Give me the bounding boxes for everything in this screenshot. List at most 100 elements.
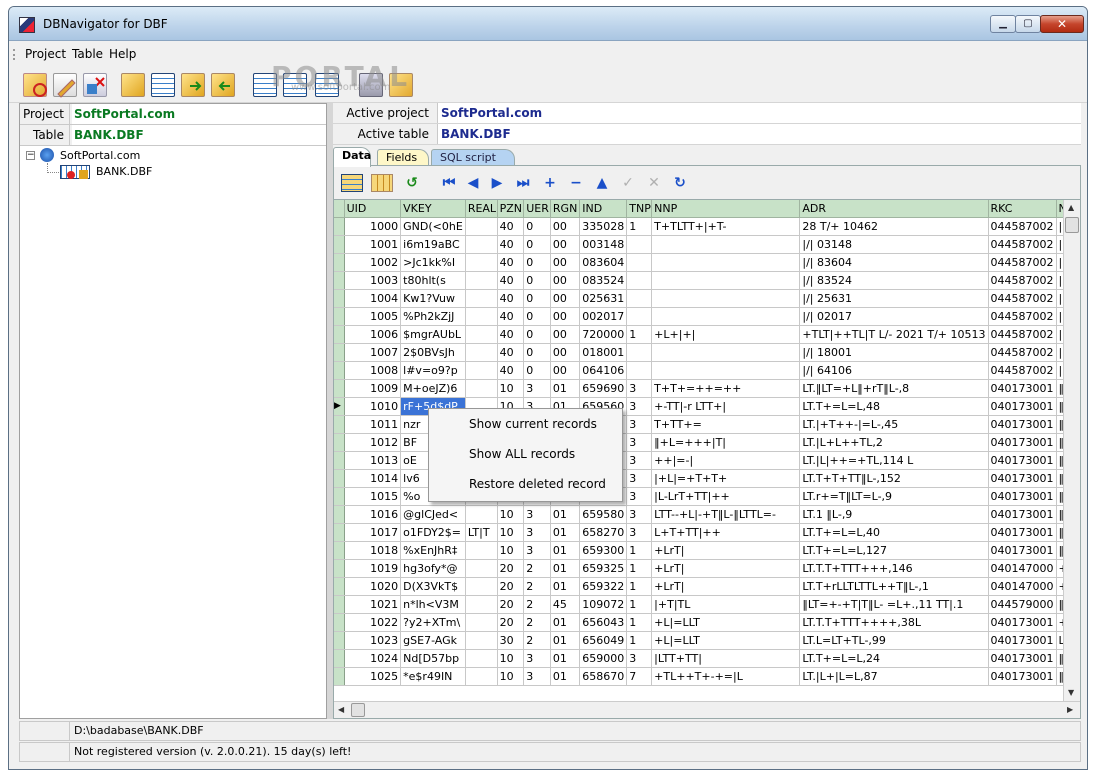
grid-cell[interactable]: 658270 [579,523,628,542]
row-indicator[interactable] [334,415,345,434]
grid-cell[interactable]: ‖+L=+++|T| [651,433,801,452]
grid-cell[interactable]: 20 [497,559,525,578]
column-header-tnp[interactable]: TNP [626,200,653,218]
grid-cell[interactable]: 044587002 [988,235,1057,254]
delete-record-icon[interactable]: − [567,174,585,192]
grid-cell[interactable]: LT.|+T++-|=L-,45 [799,415,989,434]
grid-cell[interactable]: LT.T+=L=L,24 [799,649,989,668]
grid-cell[interactable] [465,289,498,308]
grid-cell[interactable]: $mgrAUbL [400,325,466,344]
grid-cell[interactable]: 0 [523,343,551,362]
grid-cell[interactable]: 335028 [579,217,628,236]
grid-cell[interactable]: GND(<0hE [400,217,466,236]
table-row[interactable]: 1016 @glCJed< 10 3 01 659580 3 LTT--+L|-+T‖L-‖L… [334,505,1080,524]
folder-forward-icon[interactable] [181,73,205,97]
grid-cell[interactable]: 1 [626,217,653,236]
table-row[interactable]: 1024 Nd[D57bp 10 3 01 659000 3 |LTT+TT| LT.T+=L=… [334,649,1080,668]
menu-table[interactable]: Table [72,47,103,61]
grid-cell[interactable]: |+T|TL [651,595,801,614]
grid-cell[interactable]: 2 [523,613,551,632]
grid-cell[interactable]: T+TT+= [651,415,801,434]
grid-cell[interactable] [465,253,498,272]
post-edit-icon[interactable]: ✓ [619,174,637,192]
grid-cell[interactable]: 10 [497,505,525,524]
row-indicator[interactable] [334,433,345,452]
grid-cell[interactable]: 7 [626,667,653,686]
grid-cell[interactable]: M+oeJZ)6 [400,379,466,398]
grid-cell[interactable] [465,667,498,686]
grid-cell[interactable]: LT.T.T+TTT++++,38L [799,613,989,632]
grid-cell[interactable]: 00 [550,307,581,326]
row-indicator[interactable] [334,235,345,254]
row-indicator[interactable] [334,541,345,560]
grid-cell[interactable]: 40 [497,253,525,272]
grid-cell[interactable]: 40 [497,235,525,254]
scroll-up-icon[interactable]: ▲ [1068,203,1074,212]
table-row[interactable]: 1018 %xEnJhR‡ 10 3 01 659300 1 +LrT| LT.T+=L=L,1… [334,541,1080,560]
grid-cell[interactable]: 10 [497,523,525,542]
grid-cell[interactable]: gSE7-AGk [400,631,466,650]
grid-cell[interactable]: |/| 25631 [799,289,989,308]
column-header-uid[interactable]: UID [344,200,402,218]
grid-cell[interactable]: |/| 83604 [799,253,989,272]
grid-cell[interactable]: 3 [523,379,551,398]
open-folder-icon[interactable] [121,73,145,97]
column-header-rkc[interactable]: RKC [988,200,1057,218]
cancel-edit-icon[interactable]: ✕ [645,174,663,192]
grid-cell[interactable]: 040173001 [988,397,1057,416]
grid-cell[interactable]: 2 [523,631,551,650]
grid-cell[interactable]: 3 [626,469,653,488]
grid-cell[interactable]: 10 [497,379,525,398]
grid-cell[interactable]: 1022 [344,613,402,632]
grid-cell[interactable] [465,271,498,290]
row-indicator[interactable] [334,649,345,668]
grid-cell[interactable]: |/| 03148 [799,235,989,254]
grid-cell[interactable] [626,307,653,326]
grid-cell[interactable]: 1 [626,541,653,560]
grid-cell[interactable]: |/| 18001 [799,343,989,362]
grid-cell[interactable]: T+TLTT+|+T- [651,217,801,236]
last-record-icon[interactable]: ⏭ [514,174,532,192]
grid-cell[interactable]: |+L|=+T+T+ [651,469,801,488]
row-indicator[interactable] [334,253,345,272]
grid-cell[interactable]: 040173001 [988,379,1057,398]
grid-cell[interactable] [465,595,498,614]
grid-cell[interactable]: o1FDY2$= [400,523,466,542]
grid-cell[interactable]: %xEnJhR‡ [400,541,466,560]
grid-cell[interactable]: 1 [626,613,653,632]
grid-cell[interactable]: LT.T+rLLTLTTL++T‖L-,1 [799,577,989,596]
grid-cell[interactable]: 1019 [344,559,402,578]
grid-cell[interactable]: 00 [550,217,581,236]
grid-cell[interactable]: 1009 [344,379,402,398]
grid-cell[interactable]: 040173001 [988,505,1057,524]
row-indicator[interactable] [334,469,345,488]
grid-cell[interactable] [465,631,498,650]
grid-cell[interactable]: 1 [626,577,653,596]
grid-cell[interactable] [465,559,498,578]
grid-cell[interactable]: @glCJed< [400,505,466,524]
grid-cell[interactable]: LT.T+=L=L,48 [799,397,989,416]
grid-cell[interactable]: 040173001 [988,541,1057,560]
grid-cell[interactable]: 1018 [344,541,402,560]
grid-cell[interactable]: 1002 [344,253,402,272]
grid-cell[interactable] [626,253,653,272]
grid-cell[interactable]: LT.1 ‖L-,9 [799,505,989,524]
grid-cell[interactable]: 044587002 [988,361,1057,380]
grid-cell[interactable]: 3 [523,523,551,542]
refresh-table-icon[interactable]: ↺ [400,174,424,192]
grid-cell[interactable]: 01 [550,523,581,542]
grid-cell[interactable] [465,541,498,560]
row-indicator[interactable] [334,379,345,398]
grid-cell[interactable]: 044587002 [988,217,1057,236]
grid-cell[interactable] [651,307,801,326]
grid-cell[interactable]: 044587002 [988,253,1057,272]
grid-cell[interactable] [465,613,498,632]
column-header-nnp[interactable]: NNP [651,200,801,218]
grid-cell[interactable]: 01 [550,649,581,668]
grid-cell[interactable]: 40 [497,325,525,344]
first-record-icon[interactable]: ⏮ [440,174,458,192]
grid-cell[interactable]: 0 [523,253,551,272]
grid-cell[interactable]: hg3ofy*@ [400,559,466,578]
grid-cell[interactable]: 1003 [344,271,402,290]
row-indicator[interactable] [334,217,345,236]
